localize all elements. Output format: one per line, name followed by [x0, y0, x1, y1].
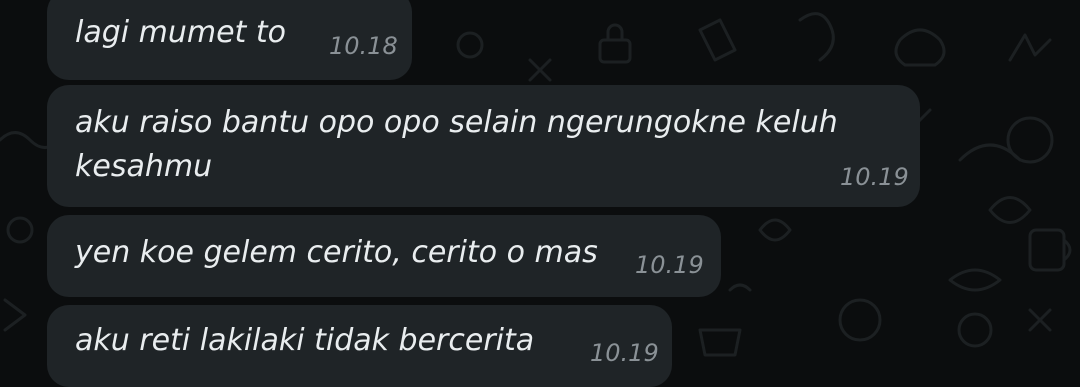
message-text: yen koe gelem cerito, cerito o mas — [75, 235, 598, 270]
message-bubble[interactable]: lagi mumet to 10.18 — [47, 0, 412, 80]
message-text: lagi mumet to — [75, 15, 286, 50]
message-timestamp: 10.19 — [590, 339, 659, 367]
message-bubble[interactable]: aku reti lakilaki tidak bercerita 10.19 — [47, 305, 672, 387]
message-text: kesahmu — [75, 149, 213, 184]
message-bubble[interactable]: aku raiso bantu opo opo selain ngerungok… — [47, 85, 920, 207]
message-list[interactable]: lagi mumet to 10.18 aku raiso bantu opo … — [0, 0, 1080, 387]
message-bubble[interactable]: yen koe gelem cerito, cerito o mas 10.19 — [47, 215, 721, 297]
message-timestamp: 10.18 — [329, 32, 398, 60]
message-timestamp: 10.19 — [635, 251, 704, 279]
message-timestamp: 10.19 — [840, 163, 909, 191]
message-text: aku raiso bantu opo opo selain ngerungok… — [75, 105, 838, 140]
message-text: aku reti lakilaki tidak bercerita — [75, 323, 535, 358]
